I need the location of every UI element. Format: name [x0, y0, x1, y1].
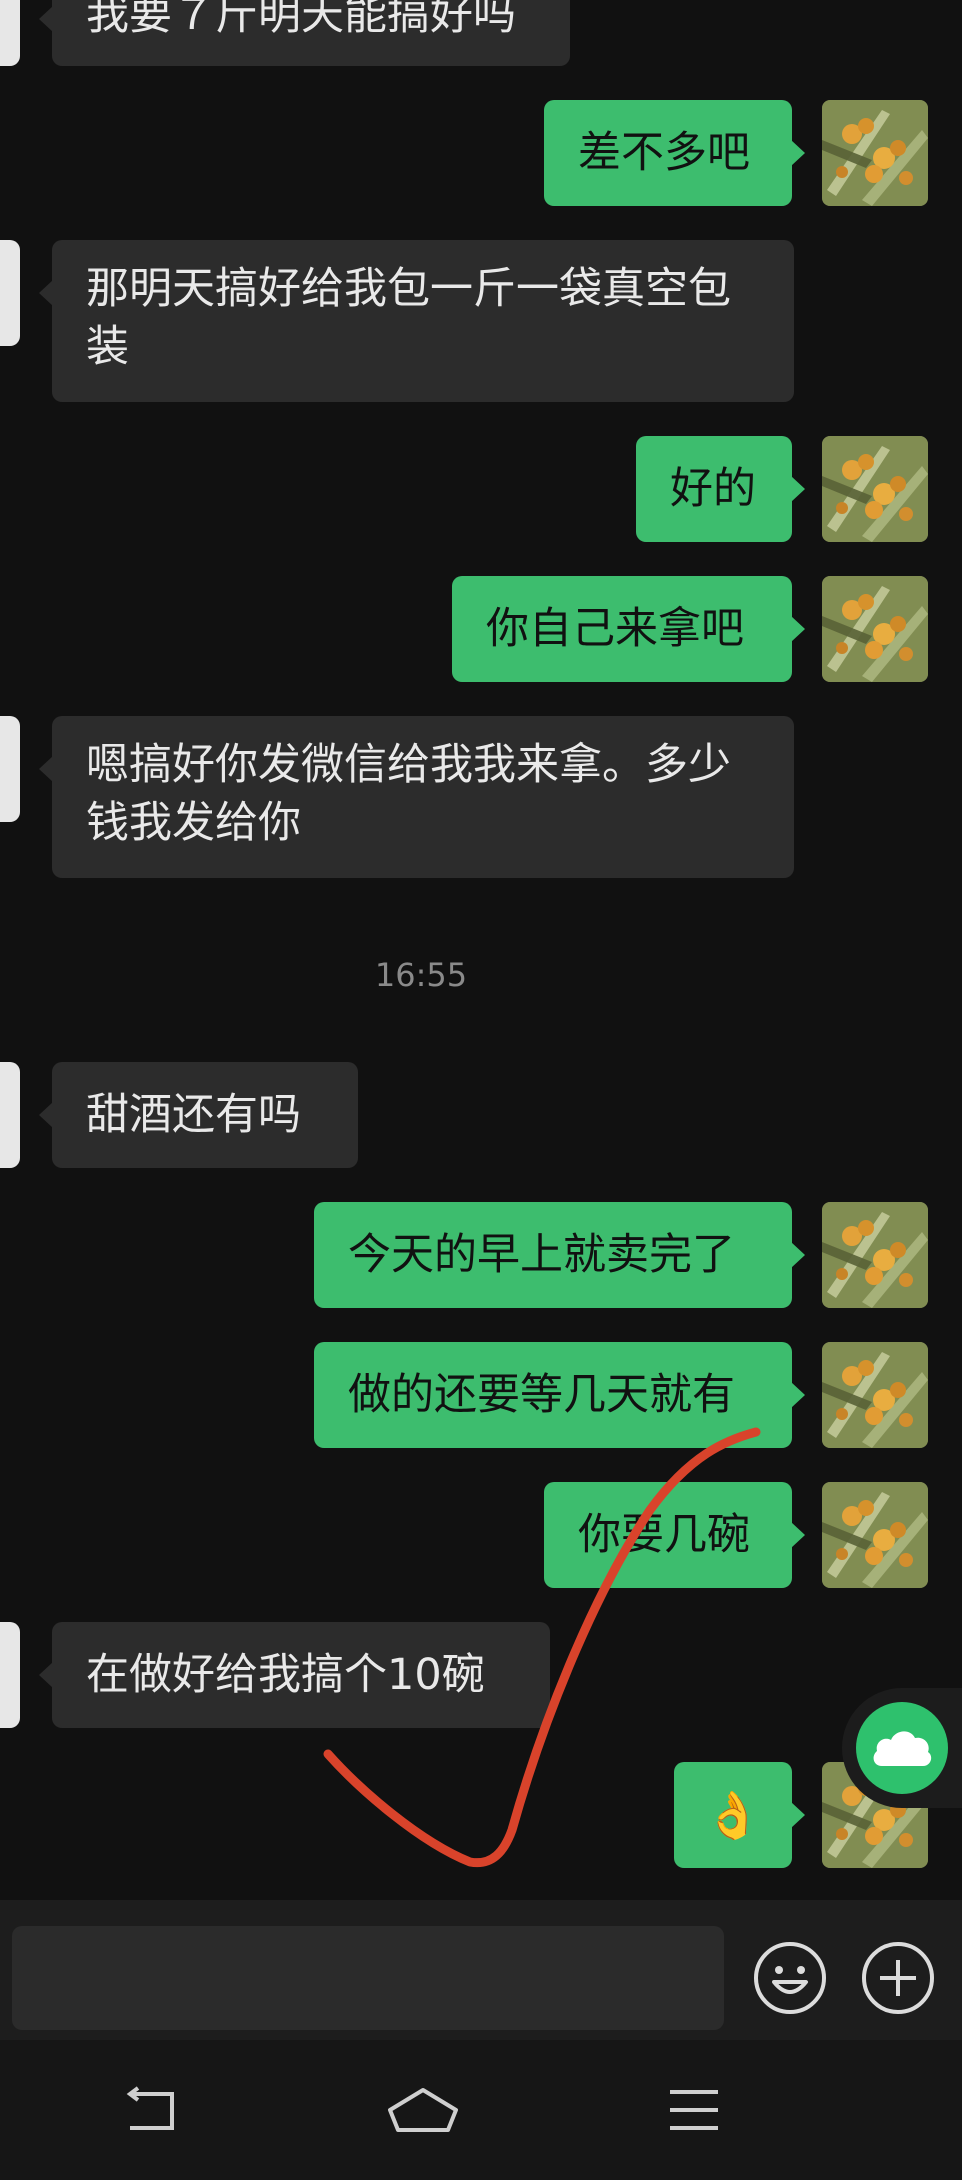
contact-avatar[interactable]: [0, 1062, 20, 1168]
outgoing-message[interactable]: 做的还要等几天就有: [314, 1342, 805, 1448]
nav-home-button[interactable]: [386, 2086, 460, 2136]
contact-avatar[interactable]: [0, 240, 20, 346]
system-navigation-bar: [0, 2040, 962, 2180]
message-text: 在做好给我搞个10碗: [86, 1650, 485, 1700]
contact-avatar[interactable]: [0, 716, 20, 822]
outgoing-message[interactable]: 👌: [674, 1762, 805, 1868]
menu-icon: [670, 2090, 718, 2130]
message-input-bar: [0, 1900, 962, 2040]
contact-avatar[interactable]: [0, 1622, 20, 1728]
outgoing-message[interactable]: 你自己来拿吧: [452, 576, 805, 682]
message-text: 嗯搞好你发微信给我我来拿。多少钱我发给你: [86, 740, 731, 848]
nav-back-button[interactable]: [122, 2086, 182, 2136]
message-text: 好的: [670, 464, 756, 514]
chat-message-list[interactable]: 我要７斤明天能搞好吗 差不多吧 那明天搞好给我包一斤一袋真空包装 好的 你自己来…: [0, 0, 962, 1900]
message-text: 那明天搞好给我包一斤一袋真空包装: [86, 264, 731, 372]
my-avatar[interactable]: [822, 100, 928, 206]
outgoing-message[interactable]: 今天的早上就卖完了: [314, 1202, 805, 1308]
message-text: 今天的早上就卖完了: [348, 1230, 735, 1280]
plus-icon: [862, 1942, 934, 2014]
message-input[interactable]: [12, 1926, 724, 2030]
outgoing-message[interactable]: 你要几碗: [544, 1482, 805, 1588]
ok-hand-emoji: 👌: [704, 1788, 762, 1842]
message-text: 你自己来拿吧: [486, 604, 744, 654]
message-text: 我要７斤明天能搞好吗: [86, 0, 516, 40]
home-icon: [388, 2088, 458, 2132]
my-avatar[interactable]: [822, 1342, 928, 1448]
my-avatar[interactable]: [822, 436, 928, 542]
cloud-icon: [856, 1702, 948, 1794]
back-icon: [126, 2086, 174, 2130]
contact-avatar[interactable]: [0, 0, 20, 66]
incoming-message[interactable]: 那明天搞好给我包一斤一袋真空包装: [39, 240, 794, 402]
emoji-button[interactable]: [752, 1940, 828, 2016]
message-text: 甜酒还有吗: [86, 1090, 301, 1140]
floating-assistant-button[interactable]: [842, 1688, 962, 1808]
message-text: 差不多吧: [578, 128, 750, 178]
incoming-message[interactable]: 在做好给我搞个10碗: [39, 1622, 550, 1728]
incoming-message[interactable]: 甜酒还有吗: [39, 1062, 358, 1168]
my-avatar[interactable]: [822, 1202, 928, 1308]
outgoing-message[interactable]: 好的: [636, 436, 805, 542]
incoming-message[interactable]: 我要７斤明天能搞好吗: [39, 0, 570, 66]
my-avatar[interactable]: [822, 576, 928, 682]
my-avatar[interactable]: [822, 1482, 928, 1588]
smiley-face-icon: [754, 1942, 826, 2014]
message-timestamp: 16:55: [374, 956, 468, 994]
nav-menu-button[interactable]: [666, 2086, 726, 2136]
message-text: 你要几碗: [578, 1510, 750, 1560]
incoming-message[interactable]: 嗯搞好你发微信给我我来拿。多少钱我发给你: [39, 716, 794, 878]
outgoing-message[interactable]: 差不多吧: [544, 100, 805, 206]
more-button[interactable]: [860, 1940, 936, 2016]
message-text: 做的还要等几天就有: [348, 1370, 735, 1420]
